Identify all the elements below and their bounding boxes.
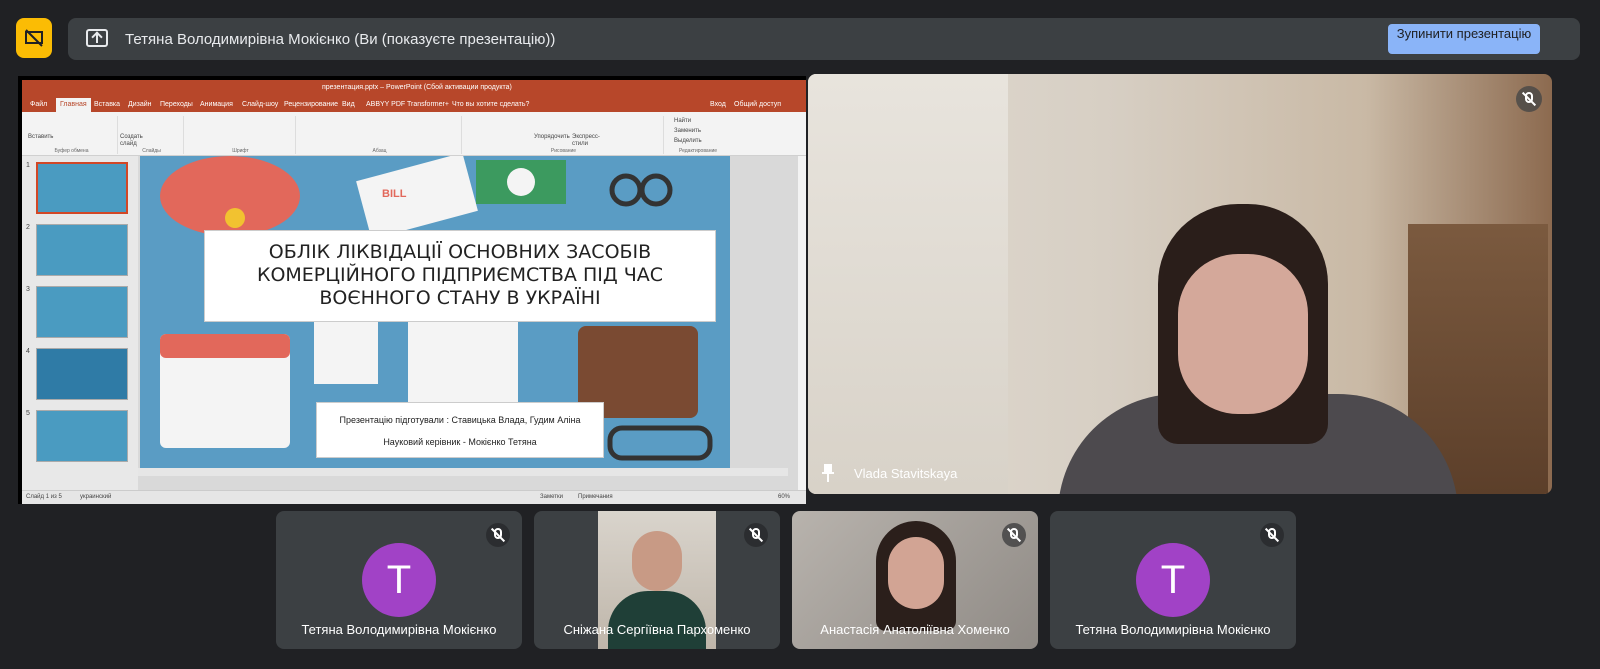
presenting-banner: Тетяна Володимирівна Мокієнко (Ви (показ… [68, 18, 1580, 60]
slide-title: ОБЛІК ЛІКВІДАЦІЇ ОСНОВНИХ ЗАСОБІВ КОМЕРЦ… [256, 241, 664, 309]
participant-tile[interactable]: T Тетяна Володимирівна Мокієнко [1050, 511, 1296, 649]
slide-count: Слайд 1 из 5 [26, 494, 62, 500]
avatar: T [1136, 543, 1210, 617]
slide-thumbnail[interactable] [36, 286, 128, 338]
menu-abbyy[interactable]: ABBYY PDF Transformer+ [366, 101, 449, 108]
zoom-level[interactable]: 60% [778, 494, 790, 500]
participant-body [608, 591, 706, 649]
menu-insert[interactable]: Вставка [94, 101, 120, 108]
ribbon-group-paragraph: Абзац [298, 116, 462, 154]
ppt-status-bar: Слайд 1 из 5 украинский Заметки Примечан… [22, 490, 806, 504]
replace-button[interactable]: Заменить [674, 128, 701, 134]
slide-credit-box: Презентацію підготували : Ставицька Влад… [316, 402, 604, 458]
arrange-button[interactable]: Упорядочить [534, 134, 570, 141]
powerpoint-window: презентация.pptx – PowerPoint (Сбой акти… [22, 80, 806, 504]
presenting-status-text: Тетяна Володимирівна Мокієнко (Ви (показ… [125, 31, 556, 48]
ppt-window-title: презентация.pptx – PowerPoint (Сбой акти… [322, 84, 512, 91]
present-upload-icon [86, 29, 108, 47]
participant-face [1178, 254, 1308, 414]
horizontal-scrollbar[interactable] [138, 468, 788, 476]
notes-button[interactable]: Заметки [540, 494, 563, 500]
select-button[interactable]: Выделить [674, 138, 702, 144]
mic-off-icon [1516, 86, 1542, 112]
participant-name: Vlada Stavitskaya [854, 466, 958, 481]
slide-thumbnails: 1 2 3 4 5 [22, 156, 138, 490]
participant-face [888, 537, 944, 609]
slide-thumbnail[interactable] [36, 162, 128, 214]
menu-home[interactable]: Главная [56, 98, 91, 112]
participant-tile[interactable]: Сніжана Сергіївна Пархоменко [534, 511, 780, 649]
menu-file[interactable]: Файл [30, 101, 47, 108]
slide-credit-line2: Науковий керівник - Мокієнко Тетяна [383, 437, 537, 447]
participant-face [632, 531, 682, 591]
quick-styles-button[interactable]: Экспресс-стили [572, 134, 600, 148]
mic-off-icon [744, 523, 768, 547]
menu-transitions[interactable]: Переходы [160, 101, 193, 108]
menu-animation[interactable]: Анимация [200, 101, 233, 108]
presentation-tile[interactable]: презентация.pptx – PowerPoint (Сбой акти… [18, 76, 806, 504]
mic-off-icon [1002, 523, 1026, 547]
screen-share-off-icon [25, 29, 43, 47]
ribbon-group-clipboard: Вставить Буфер обмена [26, 116, 118, 154]
find-button[interactable]: Найти [674, 118, 691, 124]
menu-slideshow[interactable]: Слайд-шоу [242, 101, 278, 108]
slide-editing-area: BILL ОБЛІК ЛІКВІДАЦІЇ ОСНОВНИХ ЗАСОБІВ К… [138, 156, 798, 490]
menu-review[interactable]: Рецензирование [284, 101, 338, 108]
menu-design[interactable]: Дизайн [128, 101, 152, 108]
menu-signin[interactable]: Вход [710, 101, 726, 108]
menu-view[interactable]: Вид [342, 101, 355, 108]
participant-name: Тетяна Володимирівна Мокієнко [301, 622, 497, 637]
participant-tile[interactable]: Анастасія Анатоліївна Хоменко [792, 511, 1038, 649]
participant-name: Анастасія Анатоліївна Хоменко [820, 622, 1010, 637]
presenting-icon[interactable] [16, 18, 52, 58]
slide-thumbnail[interactable] [36, 224, 128, 276]
bill-label: BILL [382, 188, 407, 200]
avatar: T [362, 543, 436, 617]
ppt-title-bar: презентация.pptx – PowerPoint (Сбой акти… [22, 80, 806, 98]
ribbon-group-font: Шрифт [186, 116, 296, 154]
comments-button[interactable]: Примечания [578, 494, 613, 500]
ribbon-group-drawing: Упорядочить Экспресс-стили Рисование [464, 116, 664, 154]
slide-thumbnail[interactable] [36, 410, 128, 462]
main-video-tile[interactable]: Vlada Stavitskaya [808, 74, 1552, 494]
slide-title-box: ОБЛІК ЛІКВІДАЦІЇ ОСНОВНИХ ЗАСОБІВ КОМЕРЦ… [204, 230, 716, 322]
participant-tile[interactable]: T Тетяна Володимирівна Мокієнко [276, 511, 522, 649]
language-indicator[interactable]: украинский [80, 494, 111, 500]
pin-icon[interactable] [822, 464, 834, 482]
current-slide[interactable]: BILL ОБЛІК ЛІКВІДАЦІЇ ОСНОВНИХ ЗАСОБІВ К… [140, 156, 730, 468]
ribbon-group-slides: Создать слайд Слайды [120, 116, 184, 154]
menu-tell-me[interactable]: Что вы хотите сделать? [452, 101, 529, 108]
ppt-menu-bar: Файл Главная Вставка Дизайн Переходы Ани… [22, 98, 806, 112]
menu-share[interactable]: Общий доступ [734, 101, 781, 108]
new-slide-button[interactable]: Создать слайд [120, 134, 150, 148]
stop-presenting-button[interactable]: Зупинити презентацію [1388, 24, 1540, 54]
background-wall [808, 74, 1008, 494]
participant-name: Тетяна Володимирівна Мокієнко [1075, 622, 1271, 637]
slide-thumbnail[interactable] [36, 348, 128, 400]
slide-credit-line1: Презентацію підготували : Ставицька Влад… [339, 415, 581, 425]
participant-name: Сніжана Сергіївна Пархоменко [563, 622, 751, 637]
mic-off-icon [486, 523, 510, 547]
mic-off-icon [1260, 523, 1284, 547]
ribbon-group-editing: Найти Заменить Выделить Редактирование [674, 118, 718, 154]
ppt-ribbon: Вставить Буфер обмена Создать слайд Слай… [22, 112, 806, 156]
paste-button[interactable]: Вставить [28, 134, 53, 140]
